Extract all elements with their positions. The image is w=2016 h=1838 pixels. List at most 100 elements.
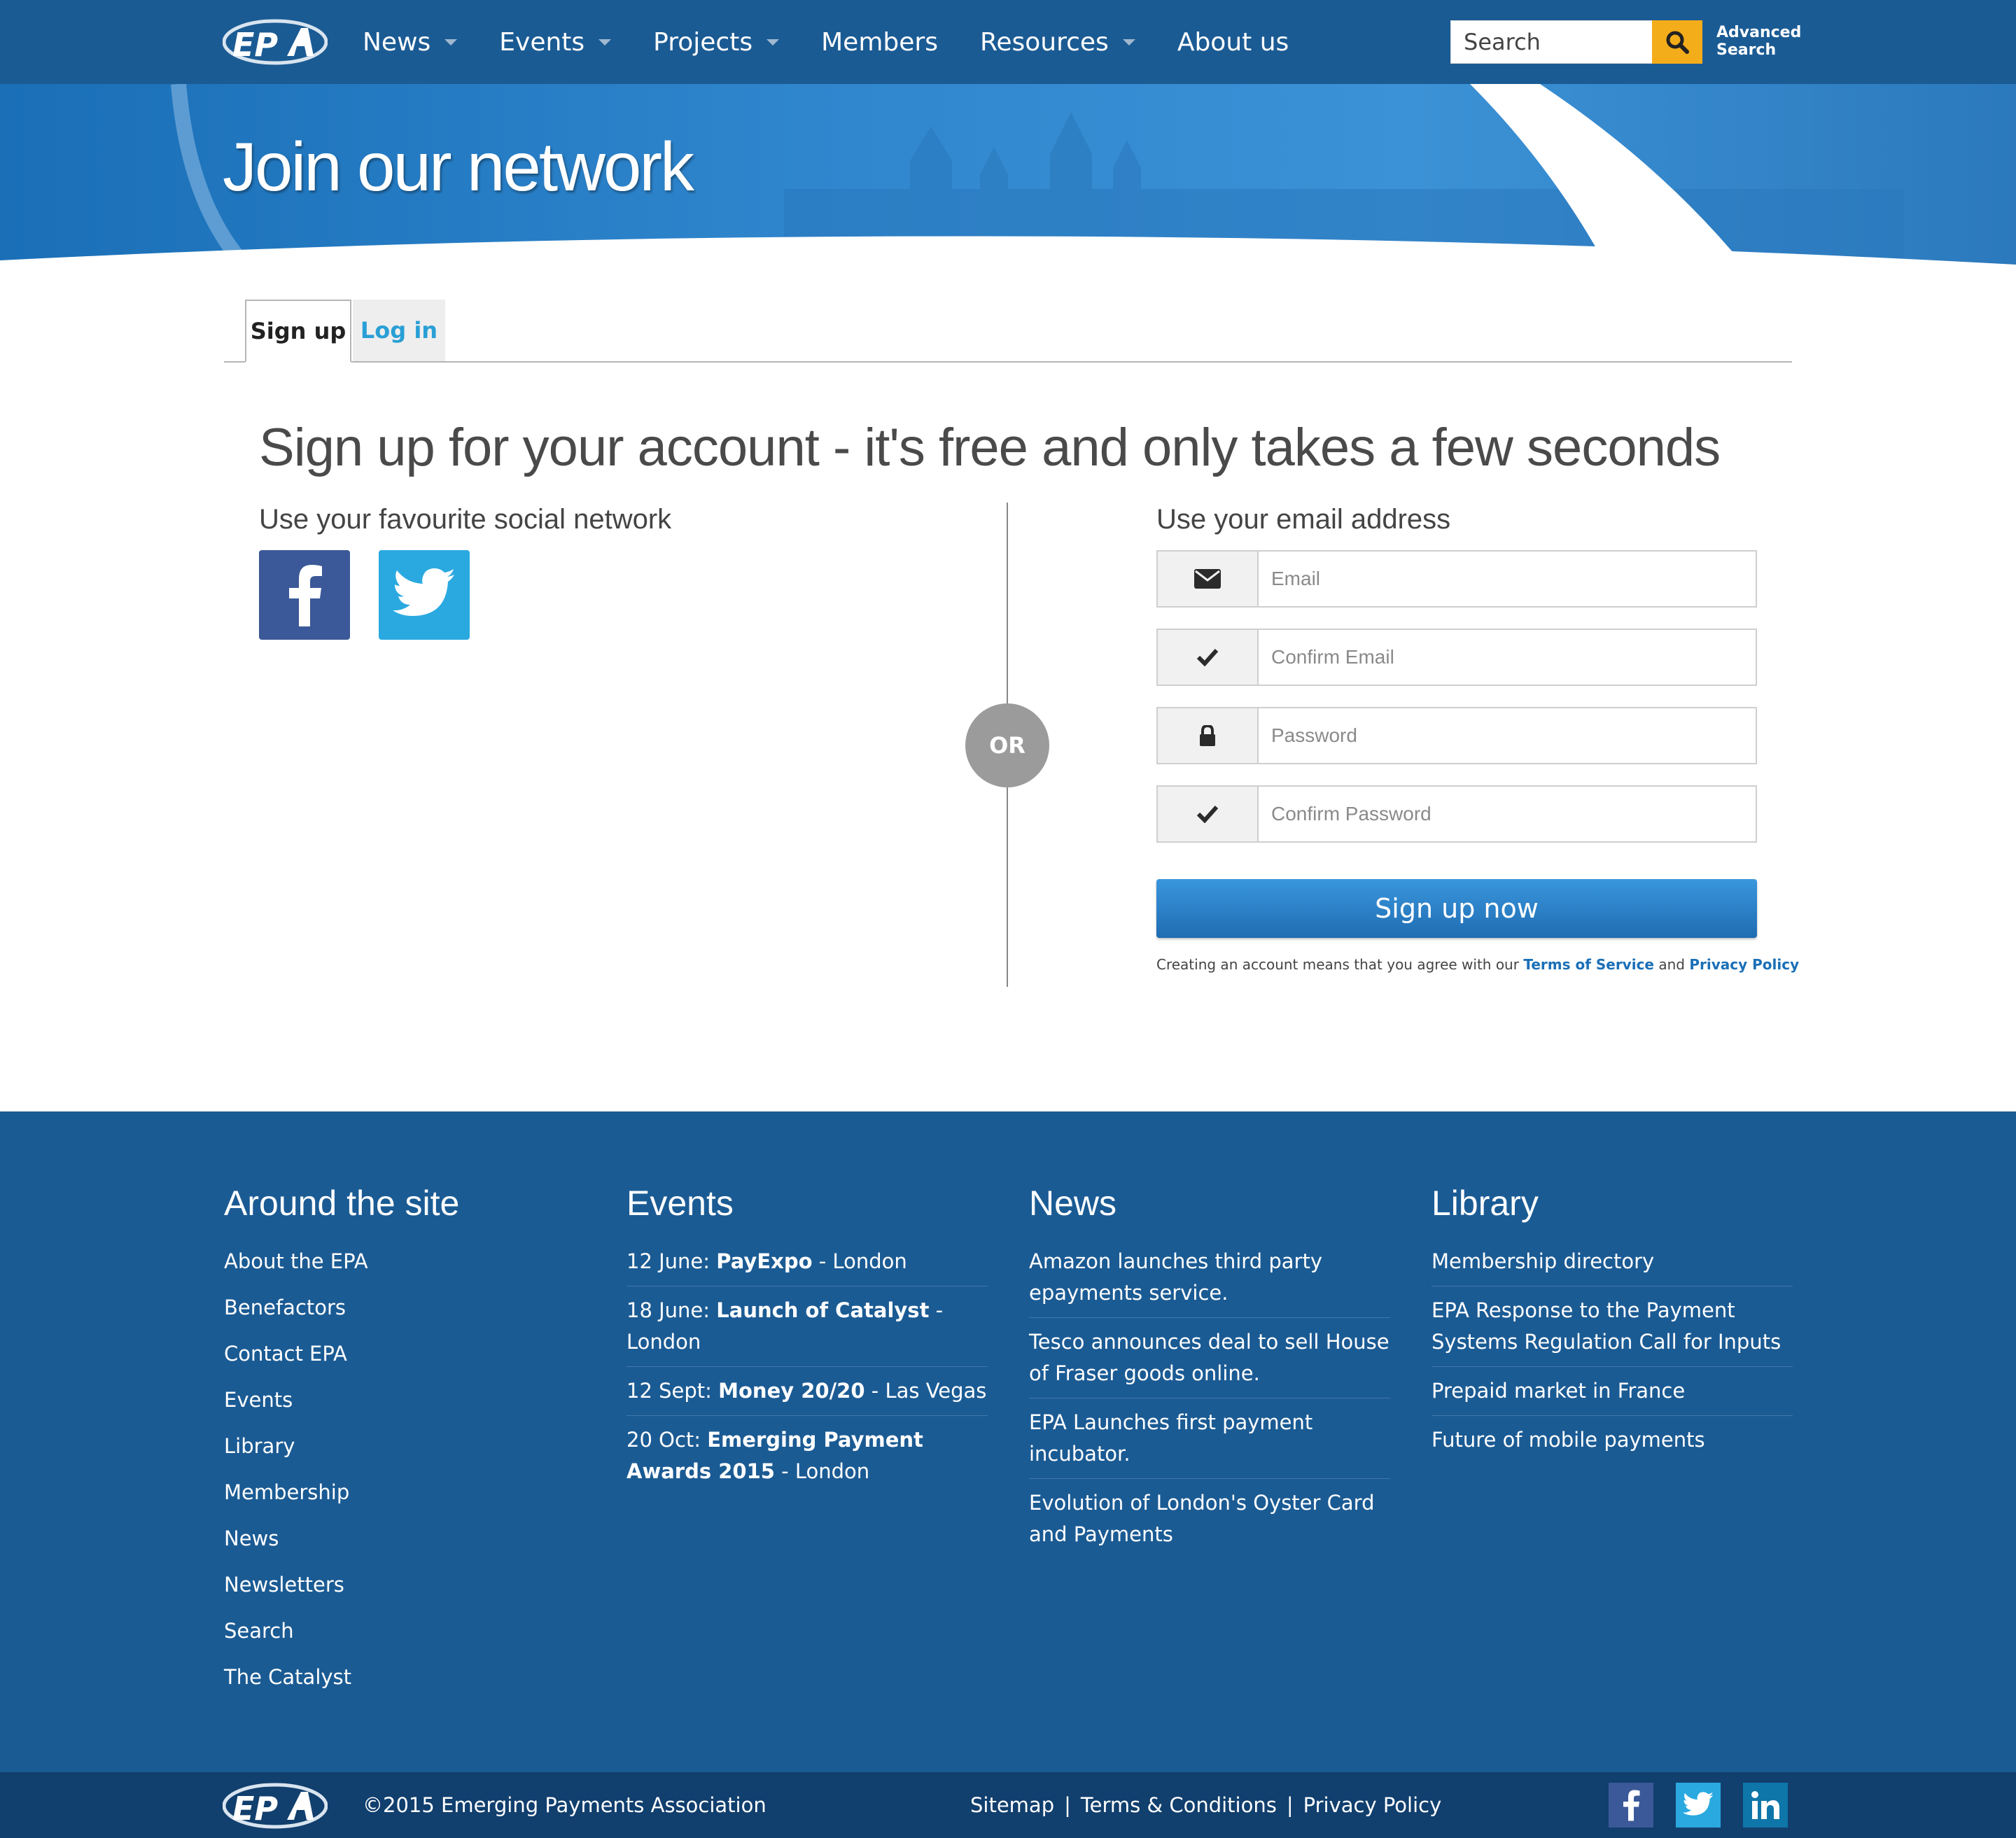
svg-text:EP: EP (232, 1790, 278, 1828)
confirm-password-addon (1158, 787, 1259, 841)
twitter-icon (1683, 1792, 1714, 1816)
footer-link[interactable]: Search (224, 1615, 585, 1662)
linkedin-icon (1751, 1791, 1779, 1819)
event-place: - London (812, 1249, 907, 1273)
footer-library-item[interactable]: Future of mobile payments (1432, 1424, 1793, 1464)
tab-sign-up[interactable]: Sign up (245, 300, 351, 363)
confirm-password-field (1156, 785, 1757, 843)
footer-event-item[interactable]: 20 Oct: Emerging Payment Awards 2015 - L… (626, 1424, 988, 1496)
password-input[interactable] (1259, 708, 1756, 763)
footer-library-item[interactable]: EPA Response to the Payment Systems Regu… (1432, 1295, 1793, 1367)
event-place: - London (774, 1459, 870, 1483)
checkmark-icon (1196, 805, 1219, 823)
footer-news-item[interactable]: Evolution of London's Oyster Card and Pa… (1029, 1487, 1390, 1559)
event-name: Launch of Catalyst (716, 1298, 930, 1322)
copyright-text: ©2015 Emerging Payments Association (363, 1793, 766, 1817)
svg-text:EP: EP (232, 26, 278, 64)
search-button[interactable] (1652, 20, 1702, 64)
footer-link[interactable]: Library (224, 1431, 585, 1477)
footer-news-title: News (1029, 1184, 1117, 1223)
confirm-email-input[interactable] (1259, 630, 1756, 685)
footer-event-item[interactable]: 12 June: PayExpo - London (626, 1246, 988, 1286)
twitter-icon (393, 568, 454, 616)
footer-epa-logo[interactable]: EP (222, 1782, 328, 1830)
advanced-search-line1: Advanced (1716, 24, 1802, 41)
footer-library-item[interactable]: Membership directory (1432, 1246, 1793, 1286)
nav-projects-label: Projects (653, 27, 753, 57)
lock-icon (1200, 725, 1215, 746)
footer-library-item[interactable]: Prepaid market in France (1432, 1375, 1793, 1416)
footer-linkedin-button[interactable] (1743, 1783, 1788, 1828)
event-place: - Las Vegas (864, 1379, 987, 1403)
top-navbar: EP News Events Projects Members Resource… (0, 0, 2016, 84)
epa-logo[interactable]: EP (222, 18, 328, 66)
footer-link[interactable]: Benefactors (224, 1292, 585, 1338)
privacy-policy-link[interactable]: Privacy Policy (1689, 956, 1799, 973)
site-footer: Around the site About the EPA Benefactor… (0, 1111, 2016, 1772)
confirm-password-input[interactable] (1259, 787, 1756, 841)
chevron-down-icon (766, 38, 780, 45)
tab-log-in[interactable]: Log in (353, 300, 445, 361)
sign-up-now-button[interactable]: Sign up now (1156, 879, 1757, 938)
nav-resources[interactable]: Resources (980, 28, 1135, 57)
nav-events[interactable]: Events (499, 28, 612, 57)
footer-link[interactable]: Newsletters (224, 1569, 585, 1615)
facebook-icon (289, 565, 322, 626)
confirm-email-field (1156, 629, 1757, 686)
footer-link[interactable]: Membership (224, 1477, 585, 1523)
email-heading: Use your email address (1156, 504, 1451, 535)
facebook-signup-button[interactable] (259, 550, 350, 640)
footer-facebook-button[interactable] (1609, 1783, 1653, 1828)
nav-projects[interactable]: Projects (653, 27, 780, 57)
auth-tabs: Sign up Log in (224, 300, 1792, 363)
event-name: Money 20/20 (718, 1379, 865, 1403)
checkmark-icon (1196, 648, 1219, 666)
confirm-email-addon (1158, 630, 1259, 685)
envelope-icon (1194, 569, 1221, 589)
search-placeholder: Search (1464, 29, 1541, 55)
footer-link[interactable]: Events (224, 1384, 585, 1431)
terms-conditions-link[interactable]: Terms & Conditions (1081, 1793, 1277, 1817)
hero-banner: Join our network (0, 84, 2016, 273)
privacy-policy-footer-link[interactable]: Privacy Policy (1303, 1793, 1442, 1817)
footer-link[interactable]: The Catalyst (224, 1662, 585, 1708)
footer-twitter-button[interactable] (1676, 1783, 1721, 1828)
nav-about-us[interactable]: About us (1177, 28, 1289, 57)
sitemap-link[interactable]: Sitemap (970, 1793, 1054, 1817)
password-addon (1158, 708, 1259, 763)
footer-news-item[interactable]: Tesco announces deal to sell House of Fr… (1029, 1326, 1390, 1398)
nav-members[interactable]: Members (821, 28, 938, 57)
footer-event-item[interactable]: 18 June: Launch of Catalyst - London (626, 1295, 988, 1367)
footer-event-item[interactable]: 12 Sept: Money 20/20 - Las Vegas (626, 1375, 988, 1416)
advanced-search-link[interactable]: Advanced Search (1716, 24, 1802, 59)
signup-headline: Sign up for your account - it's free and… (259, 418, 1721, 477)
terms-of-service-link[interactable]: Terms of Service (1523, 956, 1654, 973)
footer-bottom-links: Sitemap | Terms & Conditions | Privacy P… (970, 1772, 1441, 1838)
or-separator: OR (965, 703, 1049, 787)
nav-news[interactable]: News (363, 27, 458, 57)
nav-resources-label: Resources (979, 27, 1109, 57)
footer-news-item[interactable]: Amazon launches third party epayments se… (1029, 1246, 1390, 1318)
page: EP News Events Projects Members Resource… (0, 0, 2016, 1838)
advanced-search-line2: Search (1716, 41, 1777, 59)
event-date: 12 Sept: (626, 1379, 719, 1403)
chevron-down-icon (1122, 38, 1135, 45)
search-input[interactable]: Search (1450, 20, 1653, 64)
terms-prefix: Creating an account means that you agree… (1156, 956, 1519, 973)
footer-events-list: 12 June: PayExpo - London 18 June: Launc… (626, 1246, 988, 1504)
footer-link[interactable]: About the EPA (224, 1246, 585, 1292)
nav-news-label: News (363, 27, 431, 57)
link-separator: | (1064, 1793, 1071, 1817)
footer-around-list: About the EPA Benefactors Contact EPA Ev… (224, 1246, 585, 1708)
footer-link[interactable]: Contact EPA (224, 1338, 585, 1384)
epa-logo-image: EP (222, 19, 328, 65)
email-input[interactable] (1259, 552, 1756, 606)
epa-logo-image: EP (222, 1783, 328, 1829)
event-date: 20 Oct: (626, 1428, 708, 1452)
main-nav: News Events Projects Members Resources A… (363, 0, 1331, 84)
footer-news-item[interactable]: EPA Launches first payment incubator. (1029, 1407, 1390, 1479)
footer-link[interactable]: News (224, 1523, 585, 1569)
nav-about-label: About us (1177, 27, 1289, 57)
twitter-signup-button[interactable] (379, 550, 470, 640)
footer-news-list: Amazon launches third party epayments se… (1029, 1246, 1390, 1567)
